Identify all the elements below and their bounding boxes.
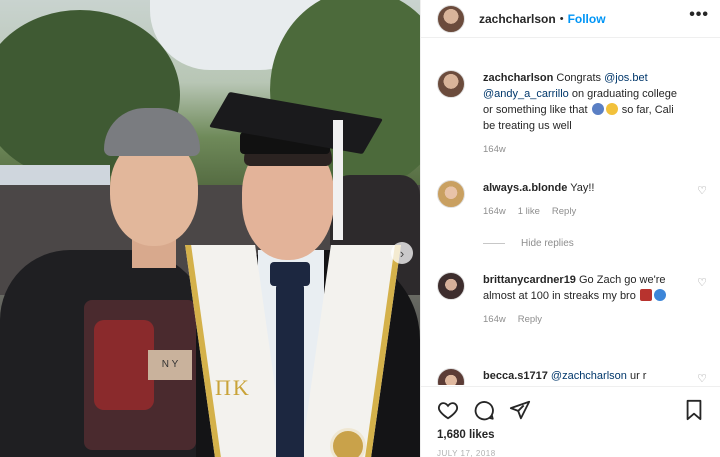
- more-icon[interactable]: •••: [689, 6, 709, 24]
- heart-icon[interactable]: ♡: [697, 184, 707, 197]
- comment-content: Yay!!: [570, 182, 595, 194]
- comment-item: always.a.blonde Yay!! 164w 1 like Reply …: [437, 180, 707, 217]
- comment-meta: 164w Reply: [483, 314, 683, 325]
- comment-username[interactable]: becca.s1717: [483, 370, 548, 382]
- comment-body: always.a.blonde Yay!! 164w 1 like Reply: [483, 180, 683, 217]
- graduate-tie: [276, 282, 304, 457]
- avatar[interactable]: [437, 368, 465, 385]
- shirt-tag: N Y: [148, 350, 192, 380]
- stole-letters: ΠΚ: [215, 375, 251, 400]
- mention-link[interactable]: @andy_a_carrillo: [483, 88, 569, 100]
- heart-icon[interactable]: ♡: [697, 372, 707, 385]
- emoji-icon: [591, 103, 604, 115]
- mention-link[interactable]: @zachcharlson: [551, 370, 627, 382]
- post-username[interactable]: zachcharlson: [479, 12, 556, 26]
- next-photo-button[interactable]: ›: [391, 242, 413, 264]
- divider-line: [483, 243, 505, 244]
- caption-body: zachcharlson Congrats @jos.bet @andy_a_c…: [483, 70, 683, 155]
- caption-username[interactable]: zachcharlson: [483, 72, 553, 84]
- comment-body: brittanycardner19 Go Zach go we're almos…: [483, 272, 683, 325]
- avatar[interactable]: [437, 180, 465, 208]
- hide-replies-label: Hide replies: [521, 238, 574, 249]
- caption: zachcharlson Congrats @jos.bet @andy_a_c…: [437, 70, 707, 155]
- comment-username[interactable]: always.a.blonde: [483, 182, 567, 194]
- reply-button[interactable]: Reply: [518, 314, 542, 325]
- timestamp[interactable]: 164w: [483, 144, 506, 155]
- stole-emblem: [330, 428, 366, 457]
- likes-count[interactable]: 1,680 likes: [437, 429, 495, 441]
- comment-item: brittanycardner19 Go Zach go we're almos…: [437, 272, 707, 325]
- comment-icon[interactable]: [473, 399, 495, 421]
- heart-icon[interactable]: ♡: [697, 276, 707, 289]
- comment-body: becca.s1717 @zachcharlson ur r: [483, 368, 683, 385]
- avatar[interactable]: [437, 70, 465, 98]
- post-side-panel: zachcharlson • Follow ••• zachcharlson C…: [420, 0, 720, 457]
- comment-text: becca.s1717 @zachcharlson ur r: [483, 368, 683, 384]
- follow-button[interactable]: Follow: [568, 12, 606, 26]
- timestamp[interactable]: 164w: [483, 314, 506, 325]
- comment-username[interactable]: brittanycardner19: [483, 274, 576, 286]
- comment-meta: 164w 1 like Reply: [483, 206, 683, 217]
- comment-item: becca.s1717 @zachcharlson ur r ♡: [437, 368, 707, 385]
- mention-link[interactable]: @jos.bet: [604, 72, 648, 84]
- post-header: zachcharlson • Follow •••: [421, 0, 720, 38]
- emoji-icon: [605, 103, 618, 115]
- separator-dot: •: [559, 12, 564, 25]
- chevron-right-icon: ›: [399, 245, 405, 261]
- graduation-tassel: [333, 120, 343, 240]
- caption-meta: 164w: [483, 144, 683, 155]
- timestamp[interactable]: 164w: [483, 206, 506, 217]
- caption-text-part: Congrats: [556, 72, 602, 84]
- post-photo[interactable]: N Y ΠΚ ›: [0, 0, 420, 457]
- post-date[interactable]: JULY 17, 2018: [437, 449, 496, 457]
- bookmark-icon[interactable]: [683, 399, 705, 421]
- hide-replies-button[interactable]: Hide replies: [483, 238, 574, 249]
- comment-text: always.a.blonde Yay!!: [483, 180, 683, 196]
- heart-icon[interactable]: [437, 399, 459, 421]
- like-count[interactable]: 1 like: [518, 206, 540, 217]
- action-icons: [437, 399, 531, 421]
- avatar[interactable]: [437, 272, 465, 300]
- share-icon[interactable]: [509, 399, 531, 421]
- comment-text: brittanycardner19 Go Zach go we're almos…: [483, 272, 683, 304]
- reply-button[interactable]: Reply: [552, 206, 576, 217]
- post-actions: 1,680 likes JULY 17, 2018: [421, 386, 720, 457]
- comment-content: ur r: [629, 370, 647, 382]
- caption-text: zachcharlson Congrats @jos.bet @andy_a_c…: [483, 70, 683, 134]
- avatar[interactable]: [437, 4, 465, 33]
- shirt-print: [94, 320, 154, 410]
- emoji-icon: [639, 289, 652, 301]
- comments-list[interactable]: zachcharlson Congrats @jos.bet @andy_a_c…: [421, 60, 720, 385]
- heart-emoji-icon: [653, 289, 666, 301]
